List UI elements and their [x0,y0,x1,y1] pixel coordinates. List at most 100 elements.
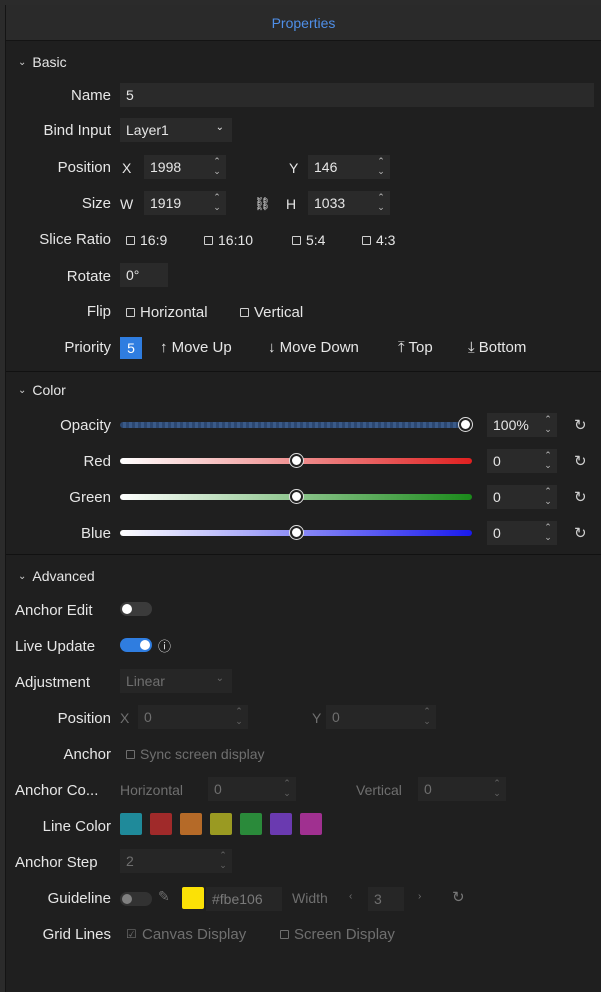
flip-horizontal-checkbox[interactable]: Horizontal [126,304,208,321]
reset-icon[interactable]: ↻ [574,416,587,434]
decrease-icon[interactable]: ‹ [349,891,352,902]
stepper-icon[interactable]: ⌃ ⌄ [282,778,292,798]
width-input[interactable]: 3 [368,887,404,911]
stepper-icon[interactable]: ⌃ ⌄ [212,156,222,176]
chevron-down-icon: ⌄ [18,570,27,582]
line-color-swatch[interactable] [150,813,172,835]
anchor-label: Anchor [63,746,111,763]
chevron-down-icon: ⌄ [215,122,224,133]
guideline-label: Guideline [47,890,111,907]
adv-pos-y-input[interactable]: 0 ⌃ ⌄ [326,705,436,729]
slice-option-5-4[interactable]: 5:4 [292,232,325,248]
stepper-icon[interactable]: ⌃ ⌄ [492,778,502,798]
bottom-button[interactable]: ⤓ Bottom [468,339,526,356]
eyedropper-icon[interactable]: ✎ [158,888,170,905]
top-button[interactable]: ⤒ Top [398,339,433,356]
slice-option-4-3[interactable]: 4:3 [362,232,395,248]
toggle-knob [122,894,132,904]
line-color-swatch[interactable] [300,813,322,835]
opacity-slider[interactable] [120,422,465,428]
bind-input-select[interactable]: Layer1 ⌄ [120,118,232,142]
live-update-toggle[interactable] [120,638,152,652]
guideline-hex-input[interactable]: #fbe106 [206,887,282,911]
checkbox-icon [126,235,135,245]
line-color-swatch[interactable] [180,813,202,835]
increase-icon[interactable]: › [418,891,421,902]
pos-y-input[interactable]: 146 ⌃ ⌄ [308,155,390,179]
stepper-icon[interactable]: ⌃ ⌄ [543,486,553,506]
green-label: Green [69,489,111,506]
stepper-icon[interactable]: ⌃ ⌄ [218,850,228,870]
pos-x-input[interactable]: 1998 ⌃ ⌄ [144,155,226,179]
line-color-swatch[interactable] [210,813,232,835]
size-w-input[interactable]: 1919 ⌃ ⌄ [144,191,226,215]
red-slider-handle[interactable] [290,454,303,467]
checkbox-icon [292,235,301,245]
red-label: Red [83,453,111,470]
adv-position-label: Position [57,710,111,727]
slice-option-16-10[interactable]: 16:10 [204,232,253,248]
horizontal-input[interactable]: 0 ⌃ ⌄ [208,777,296,801]
checkbox-icon [362,235,371,245]
stepper-icon[interactable]: ⌃ ⌄ [234,706,244,726]
line-color-swatch[interactable] [120,813,142,835]
size-h-input[interactable]: 1033 ⌃ ⌄ [308,191,390,215]
size-w-label: W [120,196,134,212]
link-icon[interactable]: ⛓ [254,196,271,212]
anchor-step-label: Anchor Step [15,854,98,871]
reset-icon[interactable]: ↻ [452,888,465,906]
checkbox-icon [240,307,249,317]
info-icon[interactable]: ⓘ [158,636,171,655]
anchor-step-input[interactable]: 2 ⌃ ⌄ [120,849,232,873]
green-slider-handle[interactable] [290,490,303,503]
advanced-section-header[interactable]: ⌄ Advanced [18,568,95,584]
adjustment-label: Adjustment [15,674,91,691]
advanced-header-label: Advanced [32,568,95,584]
stepper-icon[interactable]: ⌃ ⌄ [543,414,553,434]
green-input[interactable]: 0 ⌃ ⌄ [487,485,557,509]
chevron-down-icon: ⌄ [18,384,27,396]
blue-input[interactable]: 0 ⌃ ⌄ [487,521,557,545]
stepper-icon[interactable]: ⌃ ⌄ [376,156,386,176]
stepper-icon[interactable]: ⌃ ⌄ [422,706,432,726]
stepper-icon[interactable]: ⌃ ⌄ [543,522,553,542]
opacity-slider-handle[interactable] [459,418,472,431]
stepper-icon[interactable]: ⌃ ⌄ [376,192,386,212]
move-down-button[interactable]: ↓ Move Down [268,339,359,356]
adv-pos-y-label: Y [312,710,322,726]
stepper-icon[interactable]: ⌃ ⌄ [543,450,553,470]
vertical-input[interactable]: 0 ⌃ ⌄ [418,777,506,801]
guideline-toggle[interactable] [120,892,152,906]
adjustment-select[interactable]: Linear ⌄ [120,669,232,693]
anchor-co-label: Anchor Co... [15,782,99,799]
line-color-swatch[interactable] [270,813,292,835]
adv-pos-x-label: X [120,710,130,726]
move-up-button[interactable]: ↑ Move Up [160,339,232,356]
adv-pos-x-input[interactable]: 0 ⌃ ⌄ [138,705,248,729]
size-label: Size [81,195,111,212]
reset-icon[interactable]: ↻ [574,452,587,470]
sync-screen-checkbox[interactable]: Sync screen display [126,746,265,762]
screen-display-checkbox[interactable]: Screen Display [280,926,395,943]
reset-icon[interactable]: ↻ [574,488,587,506]
blue-slider-handle[interactable] [290,526,303,539]
rotate-input[interactable]: 0° [120,263,168,287]
reset-icon[interactable]: ↻ [574,524,587,542]
flip-vertical-checkbox[interactable]: Vertical [240,304,303,321]
canvas-display-checkbox[interactable]: ☑ Canvas Display [126,926,246,943]
opacity-label: Opacity [60,417,111,434]
line-color-swatch[interactable] [240,813,262,835]
opacity-input[interactable]: 100% ⌃ ⌄ [487,413,557,437]
rotate-label: Rotate [66,268,111,285]
color-section-header[interactable]: ⌄ Color [18,382,66,398]
red-input[interactable]: 0 ⌃ ⌄ [487,449,557,473]
name-input[interactable]: 5 [120,83,594,107]
slice-option-16-9[interactable]: 16:9 [126,232,167,248]
guideline-color-swatch[interactable] [182,887,204,909]
basic-section-header[interactable]: ⌄ Basic [18,54,67,70]
anchor-edit-toggle[interactable] [120,602,152,616]
grid-lines-label: Grid Lines [42,926,111,943]
stepper-icon[interactable]: ⌃ ⌄ [212,192,222,212]
priority-label: Priority [64,339,111,356]
checkbox-icon [126,749,135,759]
